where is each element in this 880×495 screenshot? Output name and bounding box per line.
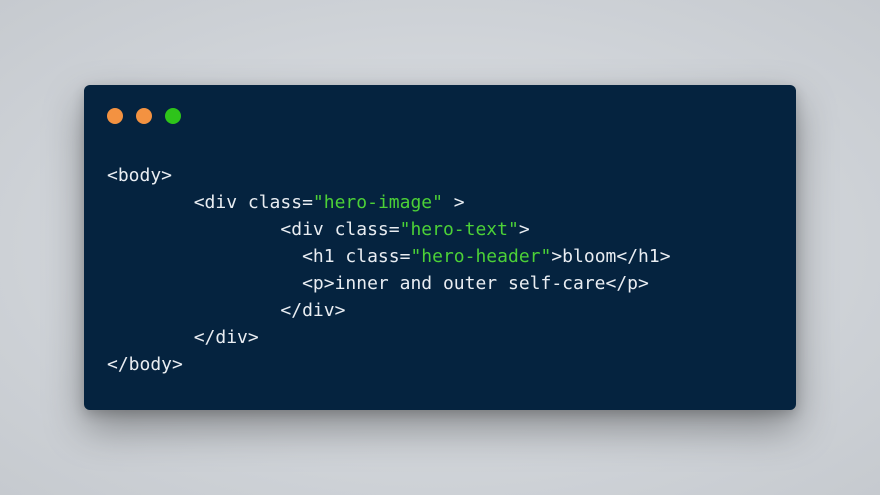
code-token: <p>inner and outer self-care</p> xyxy=(302,273,649,294)
code-block: <body> <div class="hero-image" > <div cl… xyxy=(107,162,671,378)
code-token: <div class= xyxy=(280,219,400,240)
code-line: </div> xyxy=(107,297,671,324)
code-string: "hero-header" xyxy=(410,246,552,267)
code-line: <div class="hero-text"> xyxy=(107,216,671,243)
code-string: "hero-text" xyxy=(399,219,519,240)
code-line: <div class="hero-image" > xyxy=(107,189,671,216)
code-line: </div> xyxy=(107,324,671,351)
code-token: </div> xyxy=(193,327,259,348)
code-token: > xyxy=(518,219,530,240)
code-line: <body> xyxy=(107,162,671,189)
code-token: <body> xyxy=(107,165,173,186)
code-line: <h1 class="hero-header">bloom</h1> xyxy=(107,243,671,270)
code-window: <body> <div class="hero-image" > <div cl… xyxy=(84,85,796,410)
minimize-button[interactable] xyxy=(136,108,152,124)
code-token: > xyxy=(442,192,465,213)
zoom-button[interactable] xyxy=(165,108,181,124)
code-token: >bloom</h1> xyxy=(551,246,671,267)
code-line: </body> xyxy=(107,351,671,378)
code-token: <div class= xyxy=(193,192,313,213)
code-token: </div> xyxy=(280,300,346,321)
code-string: "hero-image" xyxy=(312,192,443,213)
code-token: <h1 class= xyxy=(302,246,411,267)
code-line: <p>inner and outer self-care</p> xyxy=(107,270,671,297)
code-token: </body> xyxy=(107,354,183,375)
close-button[interactable] xyxy=(107,108,123,124)
